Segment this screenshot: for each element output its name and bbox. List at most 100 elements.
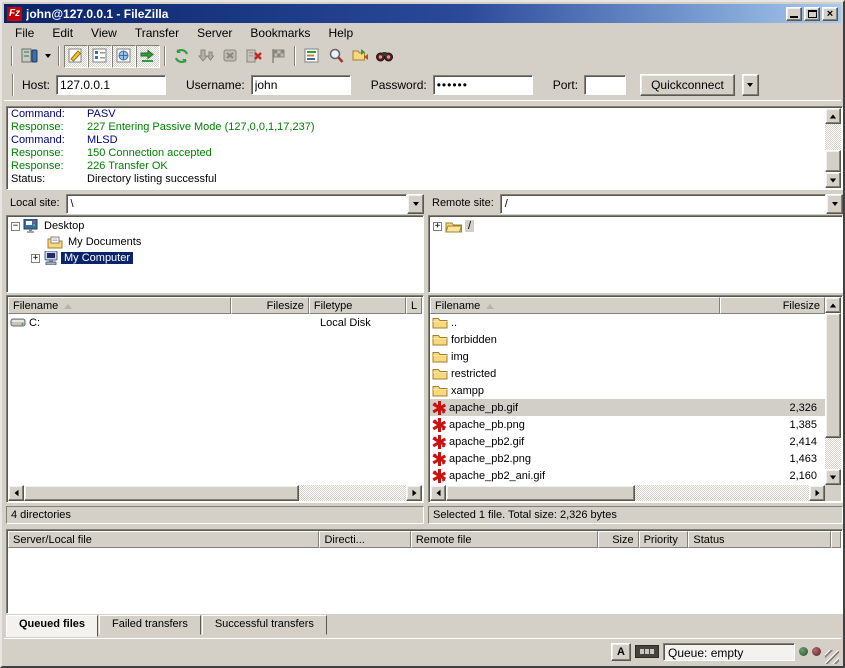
quickconnect-dropdown[interactable]	[742, 74, 759, 96]
scroll-right-button[interactable]	[406, 485, 422, 501]
scroll-left-button[interactable]	[8, 485, 24, 501]
queue-column-remote-file[interactable]: Remote file	[411, 531, 598, 548]
process-queue-button[interactable]	[194, 45, 218, 68]
find-files-button[interactable]	[372, 45, 396, 68]
queue-column-priority[interactable]: Priority	[639, 531, 689, 548]
tree-item-root[interactable]: + /	[429, 218, 842, 234]
resize-grip[interactable]	[825, 650, 839, 664]
tab-successful-transfers[interactable]: Successful transfers	[202, 615, 327, 635]
scroll-up-button[interactable]	[825, 108, 841, 124]
file-size: 2,160	[720, 470, 825, 482]
menu-bookmarks[interactable]: Bookmarks	[241, 24, 319, 42]
folder-icon	[432, 316, 448, 329]
queue-column-size[interactable]: Size	[598, 531, 639, 548]
column-header-filetype[interactable]: Filetype	[309, 297, 406, 314]
local-site-value: \	[71, 198, 74, 210]
status-bar: A Queue: empty	[4, 638, 841, 664]
local-site-dropdown[interactable]	[407, 194, 424, 214]
synchronized-browsing-button[interactable]	[348, 45, 372, 68]
tree-item-desktop[interactable]: − Desktop	[7, 218, 423, 234]
tab-queued-files[interactable]: Queued files	[6, 615, 98, 637]
menu-server[interactable]: Server	[188, 24, 241, 42]
password-input[interactable]	[433, 75, 533, 95]
column-header-filename[interactable]: Filename	[430, 297, 720, 314]
directory-comparison-button[interactable]	[324, 45, 348, 68]
triangle-down-icon	[830, 178, 836, 182]
file-row[interactable]: apache_pb2.gif 2,414	[430, 433, 825, 450]
disconnect-button[interactable]	[242, 45, 266, 68]
remote-site-dropdown[interactable]	[826, 194, 843, 214]
scroll-right-button[interactable]	[809, 485, 825, 501]
local-site-combo[interactable]: \	[66, 194, 407, 214]
remote-vertical-scrollbar[interactable]	[825, 297, 841, 485]
scroll-down-button[interactable]	[825, 469, 841, 485]
queue-column-direction[interactable]: Directi...	[319, 531, 410, 548]
expand-icon[interactable]: +	[31, 254, 40, 263]
host-input[interactable]	[56, 75, 166, 95]
scroll-down-button[interactable]	[825, 172, 841, 188]
file-row-c-drive[interactable]: C: Local Disk	[8, 314, 422, 331]
column-header-filesize[interactable]: Filesize	[231, 297, 309, 314]
quickconnect-button[interactable]: Quickconnect	[640, 74, 735, 96]
tab-failed-transfers[interactable]: Failed transfers	[99, 615, 201, 635]
minimize-button[interactable]	[786, 7, 802, 21]
toggle-queueview-button[interactable]	[136, 45, 160, 68]
username-input[interactable]	[251, 75, 351, 95]
log-vertical-scrollbar[interactable]	[825, 108, 841, 188]
maximize-button[interactable]	[804, 7, 820, 21]
folder-row[interactable]: xampp	[430, 382, 825, 399]
port-input[interactable]	[584, 75, 626, 95]
tree-item-my-documents[interactable]: My Documents	[7, 234, 423, 250]
scrollbar-thumb[interactable]	[24, 485, 299, 501]
toggle-local-treeview-button[interactable]	[88, 45, 112, 68]
file-row-selected[interactable]: apache_pb.gif 2,326	[430, 399, 825, 416]
menu-transfer[interactable]: Transfer	[126, 24, 188, 42]
site-manager-dropdown[interactable]	[41, 45, 54, 68]
refresh-button[interactable]	[170, 45, 194, 68]
remote-site-combo[interactable]: /	[500, 194, 826, 214]
cancel-button[interactable]	[218, 45, 242, 68]
title-bar[interactable]: Fz john@127.0.0.1 - FileZilla ×	[4, 4, 841, 23]
scroll-left-button[interactable]	[430, 485, 446, 501]
folder-row[interactable]: img	[430, 348, 825, 365]
tree-item-label: My Documents	[65, 236, 144, 248]
tree-item-my-computer[interactable]: + My Computer	[7, 250, 423, 266]
folder-row[interactable]: forbidden	[430, 331, 825, 348]
triangle-right-icon	[815, 490, 819, 496]
scroll-up-button[interactable]	[825, 297, 841, 313]
column-header-filesize[interactable]: Filesize	[720, 297, 825, 314]
close-button[interactable]: ×	[822, 7, 838, 21]
file-row[interactable]: apache_pb.png 1,385	[430, 416, 825, 433]
cancel-icon	[221, 47, 239, 65]
transfer-type-icon[interactable]: A	[611, 643, 631, 661]
triangle-up-icon	[830, 303, 836, 307]
column-header-filename[interactable]: Filename	[8, 297, 231, 314]
reconnect-button[interactable]	[266, 45, 290, 68]
local-horizontal-scrollbar[interactable]	[8, 485, 422, 501]
file-row[interactable]: apache_pb2.png 1,463	[430, 450, 825, 467]
collapse-icon[interactable]: −	[11, 222, 20, 231]
column-header-lastmodified[interactable]: L	[406, 297, 422, 314]
queue-column-server-local-file[interactable]: Server/Local file	[8, 531, 319, 548]
file-name: apache_pb.png	[449, 419, 525, 431]
site-manager-button[interactable]	[17, 45, 41, 68]
filter-button[interactable]	[300, 45, 324, 68]
menu-help[interactable]: Help	[319, 24, 362, 42]
speed-limit-icon[interactable]	[635, 645, 659, 658]
triangle-up-icon	[830, 114, 836, 118]
toggle-remote-treeview-button[interactable]	[112, 45, 136, 68]
menu-file[interactable]: File	[6, 24, 43, 42]
toggle-message-log-button[interactable]	[64, 45, 88, 68]
menu-view[interactable]: View	[82, 24, 126, 42]
file-row[interactable]: apache_pb2_ani.gif 2,160	[430, 467, 825, 484]
scrollbar-thumb[interactable]	[825, 150, 841, 172]
queue-column-status[interactable]: Status	[688, 531, 831, 548]
maximize-icon	[808, 10, 817, 18]
scrollbar-thumb[interactable]	[825, 313, 841, 438]
folder-row[interactable]: ..	[430, 314, 825, 331]
expand-icon[interactable]: +	[433, 222, 442, 231]
menu-edit[interactable]: Edit	[43, 24, 82, 42]
folder-row[interactable]: restricted	[430, 365, 825, 382]
scrollbar-thumb[interactable]	[446, 485, 635, 501]
remote-horizontal-scrollbar[interactable]	[430, 485, 825, 501]
